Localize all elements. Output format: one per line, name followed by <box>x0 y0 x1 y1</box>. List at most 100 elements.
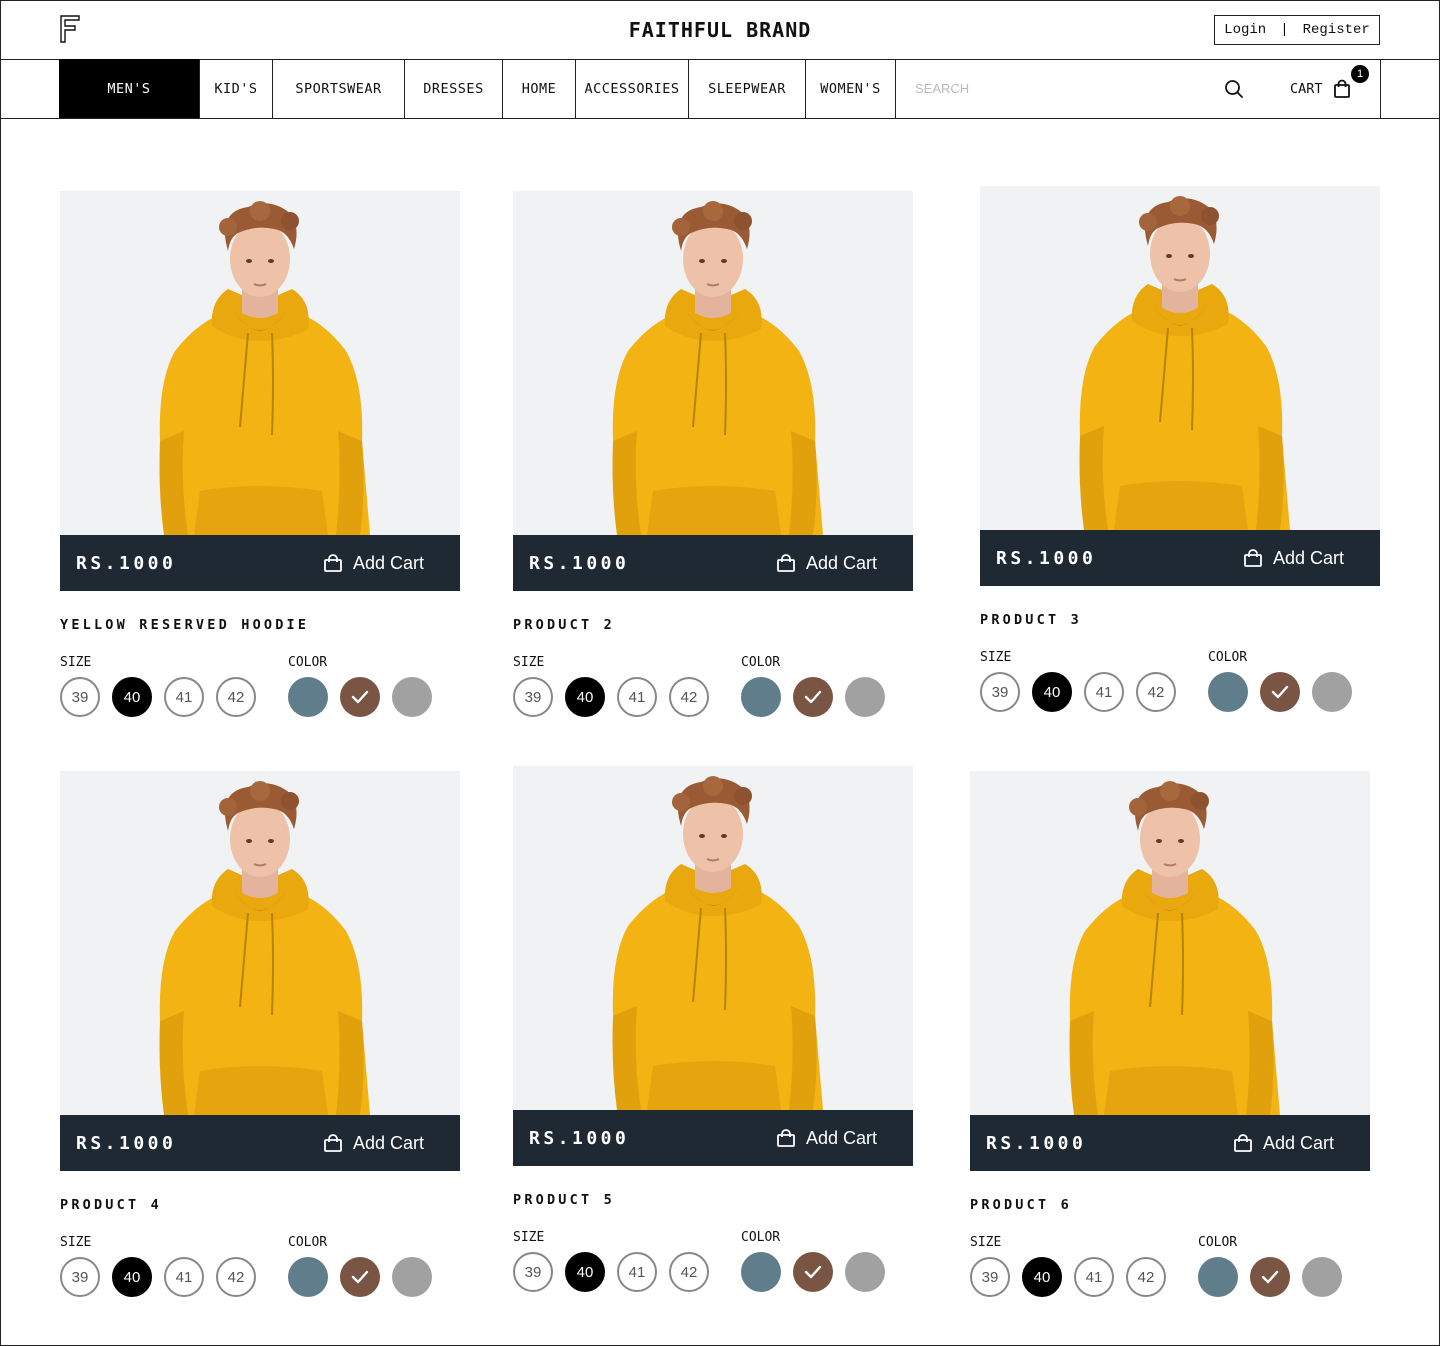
product-card: RS.1000 Add Cart PRODUCT 4 SIZE COLOR 39… <box>60 771 460 1305</box>
size-option-41[interactable]: 41 <box>1084 672 1124 712</box>
size-option-42[interactable]: 42 <box>216 677 256 717</box>
size-options: 39 40 41 42 <box>60 677 256 717</box>
cart-count-badge: 1 <box>1351 65 1369 83</box>
nav-item-dresses[interactable]: DRESSES <box>405 59 503 118</box>
price-bar: RS.1000 Add Cart <box>980 530 1380 586</box>
size-option-39[interactable]: 39 <box>513 1252 553 1292</box>
color-swatch-gray[interactable] <box>1302 1257 1342 1297</box>
color-swatch-blue[interactable] <box>741 1252 781 1292</box>
size-options: 39 40 41 42 <box>60 1257 256 1297</box>
add-to-cart-label: Add Cart <box>805 552 877 573</box>
color-options <box>1208 672 1352 712</box>
shopping-bag-icon <box>1234 1134 1252 1152</box>
size-option-40[interactable]: 40 <box>112 1257 152 1297</box>
size-option-42[interactable]: 42 <box>1126 1257 1166 1297</box>
size-option-41[interactable]: 41 <box>617 1252 657 1292</box>
size-option-42[interactable]: 42 <box>669 1252 709 1292</box>
color-swatch-brown[interactable] <box>1250 1257 1290 1297</box>
nav-item-womens[interactable]: WOMEN'S <box>806 59 896 118</box>
product-options: SIZE COLOR 39 40 41 42 <box>513 1230 913 1300</box>
price-bar: RS.1000 Add Cart <box>60 1115 460 1171</box>
size-option-40[interactable]: 40 <box>1032 672 1072 712</box>
size-option-41[interactable]: 41 <box>164 677 204 717</box>
color-swatch-brown[interactable] <box>1260 672 1300 712</box>
nav-item-sleepwear[interactable]: SLEEPWEAR <box>689 59 806 118</box>
size-option-42[interactable]: 42 <box>1136 672 1176 712</box>
main-nav: MEN'S KID'S SPORTSWEAR DRESSES HOME ACCE… <box>0 59 1440 119</box>
product-options: SIZE COLOR 39 40 41 42 <box>60 655 460 725</box>
color-swatch-brown[interactable] <box>340 1257 380 1297</box>
size-option-41[interactable]: 41 <box>617 677 657 717</box>
size-option-40[interactable]: 40 <box>565 1252 605 1292</box>
product-image[interactable] <box>60 191 460 535</box>
product-image[interactable] <box>513 191 913 535</box>
add-to-cart-label: Add Cart <box>1272 547 1344 568</box>
size-option-39[interactable]: 39 <box>513 677 553 717</box>
product-image[interactable] <box>513 766 913 1110</box>
nav-item-sportswear[interactable]: SPORTSWEAR <box>273 59 405 118</box>
color-label: COLOR <box>1198 1235 1238 1250</box>
shopping-bag-icon <box>777 1129 795 1147</box>
add-to-cart-button[interactable]: Add Cart <box>1233 1133 1334 1154</box>
nav-item-accessories[interactable]: ACCESSORIES <box>576 59 689 118</box>
add-to-cart-button[interactable]: Add Cart <box>323 553 424 574</box>
product-name: YELLOW RESERVED HOODIE <box>60 617 310 633</box>
size-option-40[interactable]: 40 <box>565 677 605 717</box>
size-option-41[interactable]: 41 <box>164 1257 204 1297</box>
product-image[interactable] <box>60 771 460 1115</box>
color-swatch-brown[interactable] <box>793 677 833 717</box>
color-label: COLOR <box>288 1235 328 1250</box>
shopping-bag-icon <box>1244 549 1262 567</box>
size-option-42[interactable]: 42 <box>669 677 709 717</box>
color-swatch-brown[interactable] <box>340 677 380 717</box>
color-options <box>288 677 432 717</box>
search-input[interactable] <box>915 81 1175 96</box>
hoodie-model-illustration <box>612 201 823 535</box>
color-swatch-blue[interactable] <box>1198 1257 1238 1297</box>
nav-item-home[interactable]: HOME <box>503 59 576 118</box>
add-to-cart-button[interactable]: Add Cart <box>323 1133 424 1154</box>
nav-item-kids[interactable]: KID'S <box>200 59 273 118</box>
size-option-40[interactable]: 40 <box>1022 1257 1062 1297</box>
product-image[interactable] <box>980 186 1380 530</box>
color-swatch-gray[interactable] <box>392 677 432 717</box>
nav-item-mens[interactable]: MEN'S <box>59 59 200 118</box>
color-swatch-blue[interactable] <box>288 1257 328 1297</box>
login-link[interactable]: Login <box>1224 22 1266 38</box>
size-option-39[interactable]: 39 <box>970 1257 1010 1297</box>
product-image[interactable] <box>970 771 1370 1115</box>
price-bar: RS.1000 Add Cart <box>60 535 460 591</box>
color-swatch-blue[interactable] <box>1208 672 1248 712</box>
color-swatch-gray[interactable] <box>845 1252 885 1292</box>
size-option-39[interactable]: 39 <box>60 677 100 717</box>
color-swatch-blue[interactable] <box>288 677 328 717</box>
hoodie-model-illustration <box>612 776 823 1110</box>
color-swatch-gray[interactable] <box>1312 672 1352 712</box>
color-swatch-gray[interactable] <box>845 677 885 717</box>
size-options: 39 40 41 42 <box>513 677 709 717</box>
size-options: 39 40 41 42 <box>970 1257 1166 1297</box>
register-link[interactable]: Register <box>1303 22 1370 38</box>
color-swatch-blue[interactable] <box>741 677 781 717</box>
search-icon[interactable] <box>1224 79 1244 99</box>
add-to-cart-button[interactable]: Add Cart <box>776 1128 877 1149</box>
add-to-cart-button[interactable]: Add Cart <box>1243 548 1344 569</box>
color-swatch-brown[interactable] <box>793 1252 833 1292</box>
cart-button[interactable]: CART <box>1290 59 1351 118</box>
size-label: SIZE <box>970 1235 1002 1250</box>
size-option-39[interactable]: 39 <box>980 672 1020 712</box>
size-label: SIZE <box>513 655 545 670</box>
product-name: PRODUCT 3 <box>980 612 1082 628</box>
add-to-cart-label: Add Cart <box>1262 1132 1334 1153</box>
color-label: COLOR <box>288 655 328 670</box>
size-option-40[interactable]: 40 <box>112 677 152 717</box>
size-option-39[interactable]: 39 <box>60 1257 100 1297</box>
add-to-cart-button[interactable]: Add Cart <box>776 553 877 574</box>
check-icon <box>1261 1270 1279 1284</box>
size-option-41[interactable]: 41 <box>1074 1257 1114 1297</box>
color-swatch-gray[interactable] <box>392 1257 432 1297</box>
size-option-42[interactable]: 42 <box>216 1257 256 1297</box>
shopping-bag-icon <box>324 554 342 572</box>
color-options <box>741 1252 885 1292</box>
price-bar: RS.1000 Add Cart <box>970 1115 1370 1171</box>
